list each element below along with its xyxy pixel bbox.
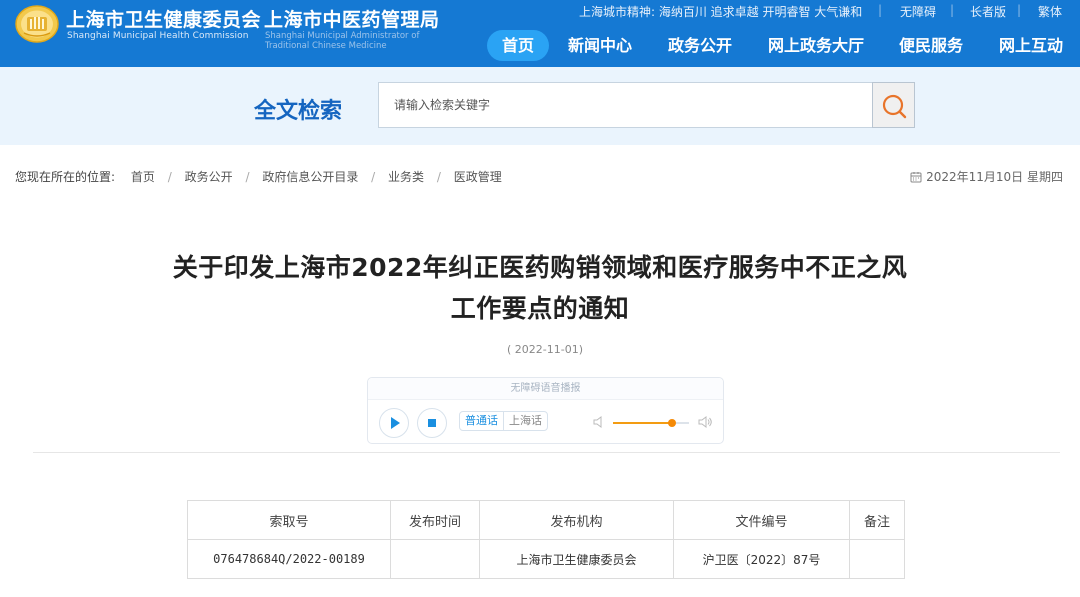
volume-slider[interactable] [613,419,689,427]
health-commission-emblem-icon[interactable] [14,3,60,43]
search-icon [882,94,907,119]
cell-index-number: 076478684Q/2022-00189 [187,539,391,579]
site-header: 上海市卫生健康委员会 Shanghai Municipal Health Com… [0,0,1080,67]
language-switch: 普通话 上海话 [459,411,548,431]
volume-high-icon[interactable] [697,414,713,430]
cell-remarks [849,539,905,579]
volume-slider-handle[interactable] [668,419,677,427]
accessibility-link[interactable]: 无障碍 [900,3,936,20]
stop-button[interactable] [417,408,447,438]
play-icon [391,417,400,429]
content-divider [33,452,1060,453]
org-name-tcm-administration-en: Shanghai Municipal Administrator of Trad… [265,31,420,51]
volume-low-icon[interactable] [592,415,606,429]
breadcrumb-separator: / [245,170,250,184]
breadcrumb-separator: / [371,170,376,184]
breadcrumb-business-category[interactable]: 业务类 [388,168,424,185]
current-date: 2022年11月10日 星期四 [910,168,1063,185]
traditional-chinese-link[interactable]: 繁体 [1038,3,1062,20]
volume-slider-fill [613,422,673,424]
breadcrumb-medical-administration[interactable]: 医政管理 [454,168,502,185]
cell-publisher: 上海市卫生健康委员会 [479,539,674,579]
city-spirit-text: 上海城市精神: 海纳百川 追求卓越 开明睿智 大气谦和 [579,5,863,19]
topbar-separator: | [878,3,883,17]
breadcrumb-prefix: 您现在所在的位置: [15,170,116,184]
breadcrumb-home[interactable]: 首页 [131,168,155,185]
breadcrumb-info-catalog[interactable]: 政府信息公开目录 [262,168,358,185]
breadcrumb-separator: / [436,170,441,184]
audio-player-title: 无障碍语音播报 [368,378,723,400]
column-header-document-number: 文件编号 [673,500,850,540]
table-header-row: 索取号 发布时间 发布机构 文件编号 备注 [187,500,905,540]
publish-date: ( 2022-11-01) [506,343,583,356]
nav-online-services-hall[interactable]: 网上政务大厅 [760,30,872,61]
org-name-health-commission-en: Shanghai Municipal Health Commission [67,31,249,41]
org-name-health-commission[interactable]: 上海市卫生健康委员会 [66,5,261,32]
document-info-table: 索取号 发布时间 发布机构 文件编号 备注 076478684Q/2022-00… [187,500,905,579]
article-title-line-1: 关于印发上海市2022年纠正医药购销领域和医疗服务中不正之风 [172,253,908,282]
breadcrumb-government-affairs[interactable]: 政务公开 [185,168,233,185]
calendar-icon [910,172,922,183]
column-header-publish-time: 发布时间 [390,500,480,540]
nav-online-interaction[interactable]: 网上互动 [991,30,1071,61]
search-button[interactable] [872,82,915,128]
topbar-separator: | [1017,3,1022,17]
nav-government-affairs[interactable]: 政务公开 [660,30,740,61]
breadcrumb: 您现在所在的位置: 首页 / 政务公开 / 政府信息公开目录 / 业务类 / 医… [15,168,502,185]
nav-home[interactable]: 首页 [487,30,549,61]
nav-convenience-services[interactable]: 便民服务 [891,30,971,61]
column-header-publisher: 发布机构 [479,500,674,540]
table-row: 076478684Q/2022-00189 上海市卫生健康委员会 沪卫医〔202… [187,539,905,579]
stop-icon [428,419,436,427]
cell-publish-time [390,539,480,579]
fulltext-search-title: 全文检索 [254,99,343,124]
topbar-separator: | [950,3,955,17]
article-title-line-2: 工作要点的通知 [450,294,630,323]
org-name-tcm-administration[interactable]: 上海市中医药管理局 [264,5,440,32]
lang-shanghainese-button[interactable]: 上海话 [503,412,547,430]
column-header-remarks: 备注 [849,500,905,540]
lang-mandarin-button[interactable]: 普通话 [460,412,503,430]
cell-document-number: 沪卫医〔2022〕87号 [673,539,850,579]
nav-news-center[interactable]: 新闻中心 [560,30,640,61]
play-button[interactable] [379,408,409,438]
elderly-version-link[interactable]: 长者版 [970,3,1006,20]
audio-player: 无障碍语音播报 普通话 上海话 [367,377,724,444]
top-utility-bar: 上海城市精神: 海纳百川 追求卓越 开明睿智 大气谦和 | 无障碍 | 长者版 … [560,3,1075,19]
breadcrumb-separator: / [167,170,172,184]
column-header-index-number: 索取号 [187,500,391,540]
search-input[interactable] [378,82,872,128]
current-date-text: 2022年11月10日 星期四 [926,170,1063,184]
